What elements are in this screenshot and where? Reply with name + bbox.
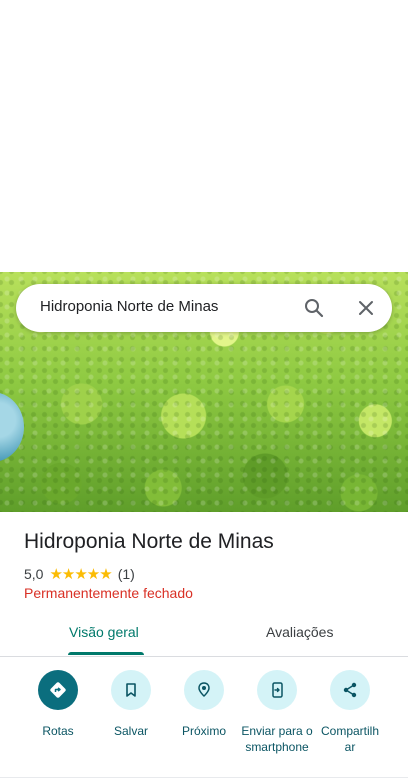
send-to-phone-label: Enviar para o smartphone — [241, 724, 313, 754]
review-count[interactable]: (1) — [118, 566, 135, 582]
save-button[interactable]: Salvar — [94, 670, 168, 739]
search-icon[interactable] — [302, 296, 326, 320]
save-label: Salvar — [113, 724, 148, 738]
nearby-button[interactable]: Próximo — [167, 670, 241, 739]
map-area — [0, 0, 408, 272]
directions-icon — [38, 670, 78, 710]
share-button[interactable]: Compartilhar — [313, 670, 387, 755]
search-bar[interactable]: Hidroponia Norte de Minas — [16, 284, 392, 332]
bookmark-icon — [111, 670, 151, 710]
share-label: Compartilhar — [320, 724, 380, 754]
rating-row: 5,0 ★★★★★ (1) — [24, 565, 135, 583]
place-title: Hidroponia Norte de Minas — [24, 530, 274, 553]
nearby-label: Próximo — [181, 724, 226, 738]
star-rating-icon: ★★★★★ — [49, 566, 112, 583]
nearby-icon — [184, 670, 224, 710]
directions-label: Rotas — [42, 724, 74, 738]
divider — [0, 777, 408, 778]
share-icon — [330, 670, 370, 710]
action-bar: Rotas Salvar Próximo Enviar para o smart… — [0, 666, 408, 776]
send-to-phone-icon — [257, 670, 297, 710]
send-to-phone-button[interactable]: Enviar para o smartphone — [240, 670, 314, 755]
tab-overview[interactable]: Visão geral — [69, 624, 139, 640]
status-badge: Permanentemente fechado — [24, 585, 193, 601]
rating-value: 5,0 — [24, 566, 44, 582]
search-input[interactable]: Hidroponia Norte de Minas — [40, 298, 218, 315]
directions-button[interactable]: Rotas — [21, 670, 95, 739]
close-icon[interactable] — [354, 296, 378, 320]
tab-bar: Visão geral Avaliações — [0, 612, 408, 657]
tab-reviews[interactable]: Avaliações — [266, 624, 333, 640]
tab-indicator — [68, 652, 144, 655]
